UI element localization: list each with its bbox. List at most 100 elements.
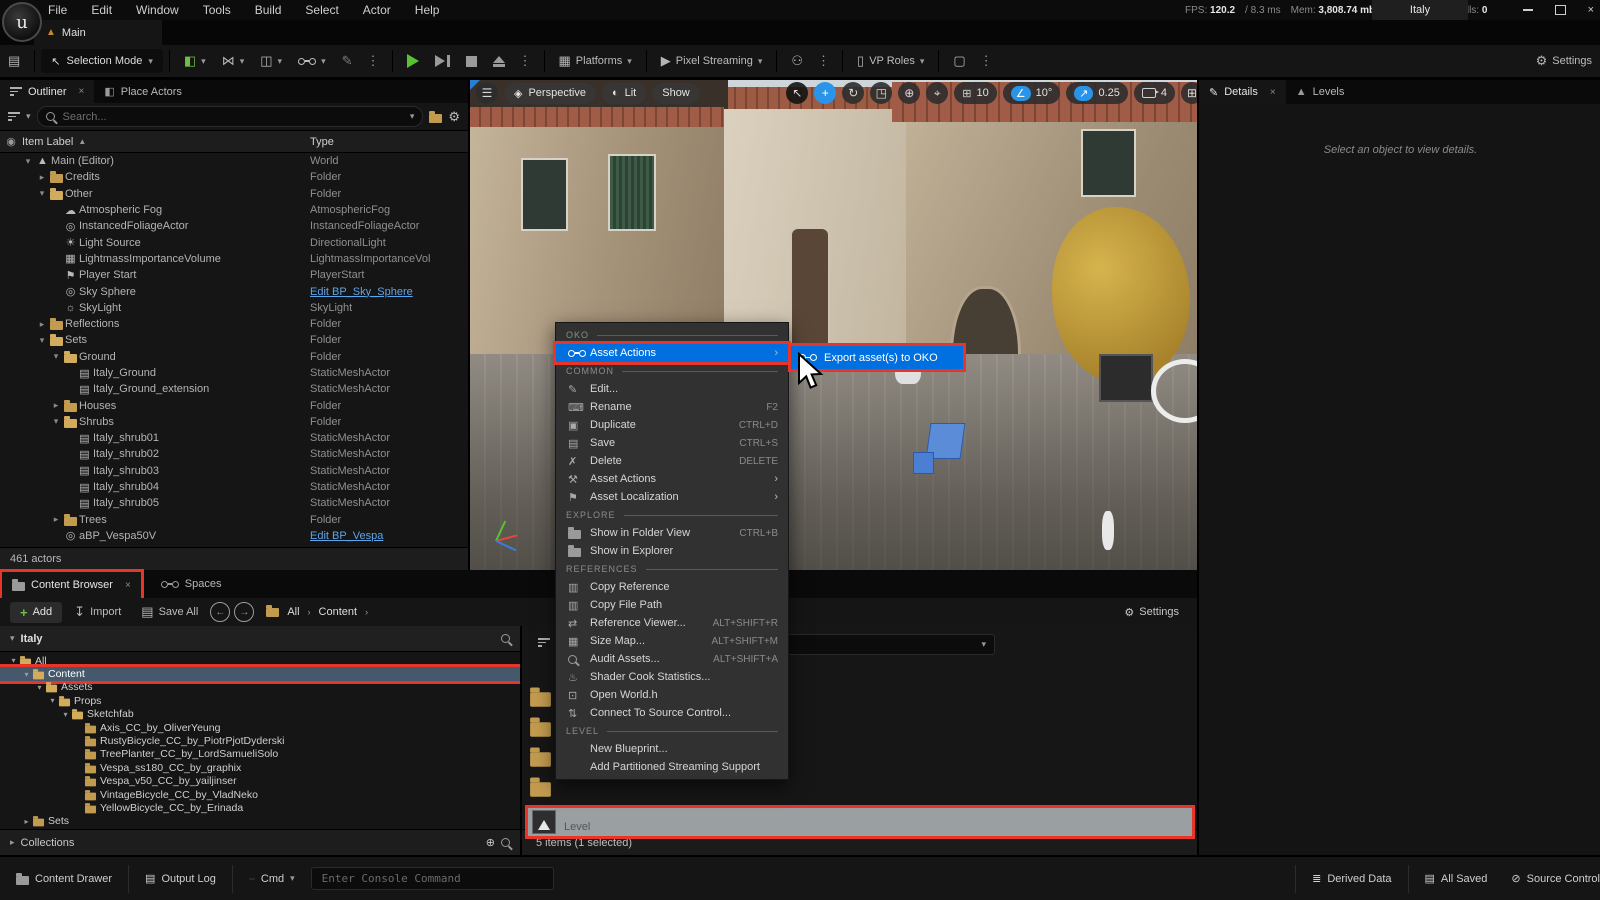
menu-actor[interactable]: Actor [363,3,391,17]
perspective-dropdown[interactable]: ◈Perspective [504,83,596,104]
folder-tree-row[interactable]: Vespa_v50_CC_by_yailjinser [0,775,520,788]
menu-tools[interactable]: Tools [203,3,231,17]
menu-item-edit[interactable]: ✎Edit... [556,380,788,398]
expander-closed-icon[interactable]: ▸ [36,172,48,183]
world-space-button[interactable]: ⊕ [898,82,920,104]
gear-icon[interactable]: ⚙ [448,109,460,125]
outliner-row[interactable]: ▾OtherFolder [0,186,468,202]
folder-tree-row[interactable]: ▸Sets [0,815,520,828]
settings-dropdown[interactable]: ⚙Settings [1528,48,1600,74]
folder-tree-row[interactable]: VintageBicycle_CC_by_VladNeko [0,788,520,801]
pixel-streaming-dropdown[interactable]: ▶Pixel Streaming▾ [653,48,771,74]
source-control-button[interactable]: ⊘Source Control [1503,865,1600,893]
minimize-button[interactable] [1523,9,1533,11]
column-type[interactable]: Type [310,136,334,148]
menu-edit[interactable]: Edit [91,3,112,17]
menu-help[interactable]: Help [415,3,440,17]
close-button[interactable]: × [1588,4,1594,16]
expander-closed-icon[interactable]: ▸ [36,319,48,330]
close-icon[interactable]: × [1270,87,1276,98]
outliner-row[interactable]: ▾GroundFolder [0,349,468,365]
menu-item-open-world-h[interactable]: ⊡Open World.h [556,686,788,704]
import-button[interactable]: ↧Import [66,599,129,625]
tab-levels[interactable]: ▲ Levels [1286,80,1355,104]
tab-outliner[interactable]: Outliner × [0,80,94,103]
cb-settings-button[interactable]: ⚙ Settings [1124,606,1179,619]
menu-item-show-in-folder-view[interactable]: Show in Folder ViewCTRL+B [556,524,788,542]
add-button[interactable]: +Add [10,602,62,623]
folder-icon[interactable] [530,692,551,706]
vp-roles-dropdown[interactable]: ▯VP Roles▾ [849,48,932,74]
eye-icon[interactable]: ◉ [0,135,22,148]
outliner-row[interactable]: ▸CreditsFolder [0,169,468,185]
outliner-row[interactable]: ▤Italy_shrub05StaticMeshActor [0,495,468,511]
expander-closed-icon[interactable]: ▸ [50,400,62,411]
menu-item-asset-actions[interactable]: ⚒Asset Actions› [556,470,788,488]
oko-dropdown[interactable]: ▾ [290,48,334,74]
search-input[interactable] [61,110,404,124]
outliner-row[interactable]: ☀Light SourceDirectionalLight [0,234,468,250]
content-drawer-button[interactable]: Content Drawer [8,865,120,893]
outliner-row[interactable]: ▤Italy_Ground_extensionStaticMeshActor [0,381,468,397]
outliner-row[interactable]: ▾SetsFolder [0,332,468,348]
folder-icon[interactable] [530,782,551,796]
output-log-button[interactable]: ▤Output Log [137,865,224,893]
multi-user-button[interactable]: ⚇ [783,48,811,74]
cinematics-dropdown[interactable]: ◫▾ [252,48,290,74]
console-input[interactable] [320,871,545,886]
outliner-row[interactable]: ▸TreesFolder [0,512,468,528]
menu-item-shader-cook-statistics[interactable]: ♨Shader Cook Statistics... [556,668,788,686]
chevron-down-icon[interactable]: ▾ [26,111,31,122]
pivot-button[interactable]: ⌖ [926,82,948,104]
folder-tree-row[interactable]: Axis_CC_by_OliverYeung [0,721,520,734]
console-command-box[interactable] [311,867,554,890]
all-saved-button[interactable]: ▤All Saved [1417,865,1496,893]
outliner-row[interactable]: ▤Italy_shrub03StaticMeshActor [0,463,468,479]
menu-item-copy-file-path[interactable]: ▥Copy File Path [556,596,788,614]
menu-item-asset-localization[interactable]: ⚑Asset Localization› [556,488,788,506]
stop-button[interactable] [458,48,485,74]
selection-mode-dropdown[interactable]: ↖ Selection Mode ▾ [41,49,163,73]
folder-tree-row[interactable]: RustyBicycle_CC_by_PiotrPjotDyderski [0,734,520,747]
rotate-tool-button[interactable]: ↻ [842,82,864,104]
tab-spaces[interactable]: Spaces [151,570,232,598]
search-icon[interactable] [501,634,510,643]
menu-item-connect-to-source-control[interactable]: ⇅Connect To Source Control... [556,704,788,722]
tab-main-level[interactable]: ▲ Main [34,20,162,45]
menu-item-size-map[interactable]: ▦Size Map...ALT+SHIFT+M [556,632,788,650]
folder-tree-row[interactable]: TreePlanter_CC_by_LordSamueliSolo [0,748,520,761]
stage-monitor-options-menu[interactable]: ⋮ [974,53,999,69]
new-folder-icon[interactable] [429,114,442,123]
expander-open-icon[interactable]: ▾ [22,156,34,167]
search-icon[interactable] [501,838,510,847]
breadcrumb-content[interactable]: Content [319,606,358,618]
outliner-row[interactable]: ◎aBP_Vespa50VEdit BP_Vespa [0,528,468,544]
outliner-row[interactable]: ▤Italy_shrub01StaticMeshActor [0,430,468,446]
menu-item-reference-viewer[interactable]: ⇄Reference Viewer...ALT+SHIFT+R [556,614,788,632]
toolbar-overflow-menu[interactable]: ⋮ [361,53,386,69]
close-icon[interactable]: × [125,580,131,591]
outliner-row[interactable]: ▤Italy_shrub04StaticMeshActor [0,479,468,495]
select-tool-button[interactable]: ↖ [786,82,808,104]
menu-item-audit-assets[interactable]: Audit Assets...ALT+SHIFT+A [556,650,788,668]
filter-icon[interactable] [8,112,20,121]
folder-tree-row[interactable]: ▾Content [0,667,520,680]
scale-tool-button[interactable]: ◳ [870,82,892,104]
tab-details[interactable]: ✎ Details × [1199,80,1286,104]
close-icon[interactable]: × [79,86,85,97]
scale-snap-control[interactable]: ↗0.25 [1066,82,1128,104]
outliner-row[interactable]: ▦LightmassImportanceVolumeLightmassImpor… [0,251,468,267]
menu-item-copy-reference[interactable]: ▥Copy Reference [556,578,788,596]
outliner-row[interactable]: ◎Sky SphereEdit BP_Sky_Sphere [0,283,468,299]
menu-item-rename[interactable]: ⌨RenameF2 [556,398,788,416]
maximize-viewport-button[interactable]: ⊞ [1181,82,1197,104]
outliner-row[interactable]: ☁Atmospheric FogAtmosphericFog [0,202,468,218]
expander-closed-icon[interactable]: ▸ [50,514,62,525]
blueprints-dropdown[interactable]: ⋈▾ [214,48,253,74]
stage-monitor-button[interactable]: ▢ [945,48,973,74]
edit-blueprint-link[interactable]: Edit BP_Sky_Sphere [310,286,413,298]
folder-tree-row[interactable]: ▾Assets [0,681,520,694]
menu-item-new-blueprint[interactable]: New Blueprint... [556,740,788,758]
menu-item-asset-actions[interactable]: Asset Actions› [556,344,788,362]
outliner-search-box[interactable]: ▾ [37,106,424,127]
